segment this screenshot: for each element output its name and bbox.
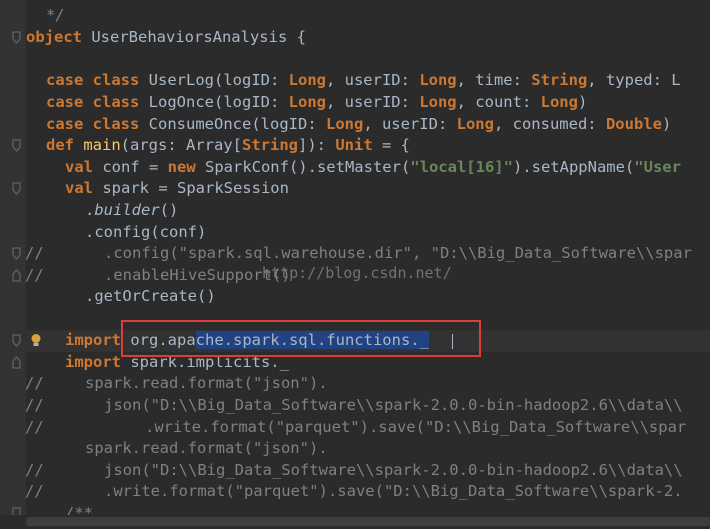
comment-marker: //: [25, 244, 44, 262]
string-literal: "local[16]": [410, 158, 513, 176]
commented-code: spark.read.format("json").: [85, 374, 328, 392]
type: Long: [540, 93, 578, 111]
code-line[interactable]: .config(conf): [0, 222, 710, 244]
code-line[interactable]: .builder(): [0, 200, 710, 222]
scrollbar-thumb[interactable]: [26, 517, 710, 526]
red-highlight-box: [121, 320, 481, 357]
code-line[interactable]: val spark = SparkSession: [0, 178, 710, 200]
comment-end: */: [46, 6, 65, 24]
code-text: UserLog(logID:: [139, 71, 289, 89]
keyword: case: [46, 71, 84, 89]
code-line[interactable]: // .write.format("parquet").save("D:\\Bi…: [0, 417, 710, 439]
code-line[interactable]: case class UserLog(logID: Long, userID: …: [0, 70, 710, 92]
code-line[interactable]: object UserBehaviorsAnalysis {: [0, 27, 710, 49]
code-line[interactable]: def main(args: Array[String]): Unit = {: [0, 135, 710, 157]
keyword: case: [46, 93, 84, 111]
code-text: (args: Array[: [120, 136, 242, 154]
code-text: SparkConf().setMaster(: [195, 158, 411, 176]
code-line[interactable]: // json("D:\\Big_Data_Software\\spark-2.…: [0, 460, 710, 482]
code-text: .getOrCreate(): [85, 287, 216, 305]
keyword: case: [46, 115, 84, 133]
comment-marker: //: [25, 461, 44, 479]
type: Long: [288, 71, 326, 89]
fold-icon[interactable]: [12, 182, 21, 195]
type: Long: [325, 115, 364, 133]
code-line[interactable]: case class LogOnce(logID: Long, userID: …: [0, 92, 710, 114]
code-text: .config(conf): [85, 223, 207, 241]
object-name: UserBehaviorsAnalysis {: [82, 28, 306, 46]
commented-code: .config("spark.sql.warehouse.dir", "D:\\…: [104, 244, 692, 262]
commented-code: spark.read.format("json").: [85, 439, 328, 457]
code-text: conf =: [93, 158, 168, 176]
code-text: (): [159, 201, 179, 219]
comment-marker: //: [25, 482, 44, 500]
code-text: , userID:: [363, 115, 457, 133]
fold-icon[interactable]: [12, 247, 21, 260]
keyword: import: [65, 353, 121, 371]
keyword: class: [92, 93, 140, 111]
code-line[interactable]: val conf = new SparkConf().setMaster("lo…: [0, 157, 710, 179]
fold-icon[interactable]: [12, 31, 21, 44]
string-literal: "User: [634, 158, 681, 176]
type: Long: [456, 115, 494, 133]
code-text: , count:: [456, 93, 541, 111]
type: Long: [288, 93, 326, 111]
code-editor[interactable]: */ object UserBehaviorsAnalysis { case c…: [0, 0, 710, 529]
commented-code: json("D:\\Big_Data_Software\\spark-2.0.0…: [104, 396, 683, 414]
keyword: import: [65, 331, 121, 349]
code-text: ]):: [298, 136, 336, 154]
keyword: new: [167, 158, 196, 176]
type: String: [242, 136, 298, 154]
type: Unit: [335, 136, 373, 154]
code-text: ).setAppName(: [512, 158, 635, 176]
keyword: val: [65, 158, 93, 176]
code-text: spark = SparkSession: [93, 179, 289, 197]
code-text: , userID:: [325, 71, 420, 89]
commented-code: json("D:\\Big_Data_Software\\spark-2.0.0…: [104, 461, 683, 479]
type: Double: [605, 115, 662, 133]
code-text: ConsumeOnce(logID:: [139, 115, 326, 133]
code-line[interactable]: */: [0, 5, 710, 27]
type: String: [531, 71, 588, 89]
comment-marker: //: [25, 266, 44, 284]
comment-marker: //: [25, 396, 44, 414]
code-text: ): [661, 115, 672, 133]
type: Long: [419, 71, 457, 89]
fold-icon[interactable]: [12, 334, 21, 347]
code-line[interactable]: // .write.format("parquet").save("D:\\Bi…: [0, 481, 710, 503]
code-line[interactable]: // json("D:\\Big_Data_Software\\spark-2.…: [0, 395, 710, 417]
code-line[interactable]: // spark.read.format("json").: [0, 373, 710, 395]
fold-icon[interactable]: [12, 139, 21, 152]
commented-code: .write.format("parquet").save("D:\\Big_D…: [145, 418, 687, 436]
fold-icon[interactable]: [12, 269, 21, 282]
code-line[interactable]: .getOrCreate(): [0, 286, 710, 308]
code-text: LogOnce(logID:: [139, 93, 289, 111]
code-text: , time:: [456, 71, 532, 89]
code-text: = {: [372, 136, 410, 154]
keyword: class: [92, 115, 140, 133]
keyword: def: [46, 136, 74, 154]
keyword: object: [26, 28, 82, 46]
comment-marker: //: [25, 418, 44, 436]
fold-icon[interactable]: [12, 356, 21, 369]
keyword: val: [65, 179, 93, 197]
type: Long: [419, 93, 457, 111]
code-text: .: [85, 201, 95, 219]
code-text: , consumed:: [493, 115, 606, 133]
watermark-text: http://blog.csdn.net/: [262, 264, 452, 282]
function-name: main: [83, 136, 121, 154]
code-text: , userID:: [325, 93, 420, 111]
keyword: class: [92, 71, 140, 89]
method-name: builder: [94, 201, 160, 219]
code-line[interactable]: spark.read.format("json").: [0, 438, 710, 460]
comment-marker: //: [25, 374, 44, 392]
code-line[interactable]: case class ConsumeOnce(logID: Long, user…: [0, 114, 710, 136]
code-text: , typed: L: [587, 71, 681, 89]
code-line[interactable]: // .config("spark.sql.warehouse.dir", "D…: [0, 243, 710, 265]
code-text: ): [577, 93, 588, 111]
commented-code: .write.format("parquet").save("D:\\Big_D…: [104, 482, 683, 500]
